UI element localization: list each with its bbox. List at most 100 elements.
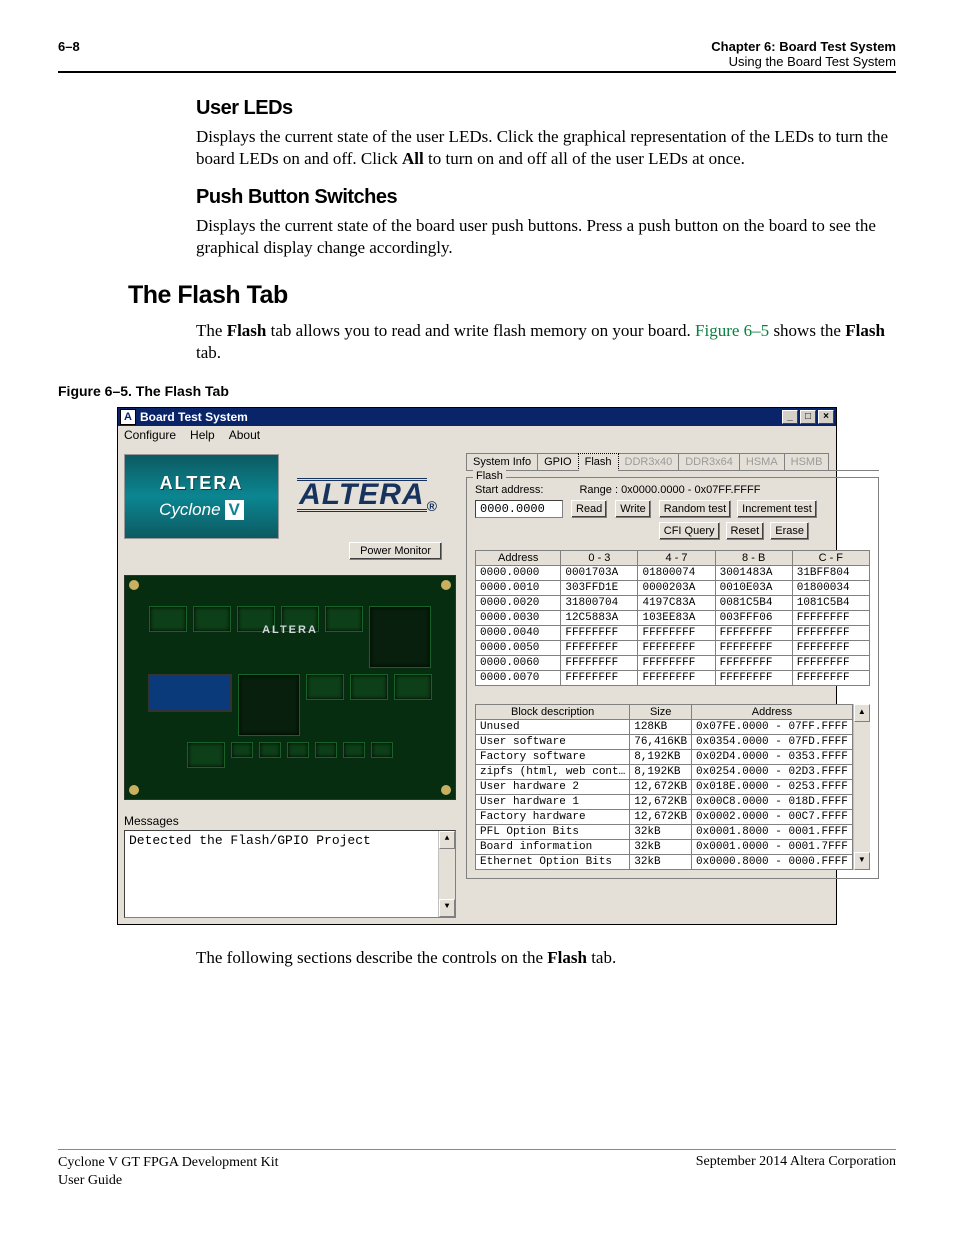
scroll-down-icon[interactable]: ▼ bbox=[854, 852, 870, 870]
mem-cell: 0000.0040 bbox=[476, 625, 561, 640]
mem-cell: 4197C83A bbox=[638, 595, 715, 610]
block-h-size: Size bbox=[630, 704, 692, 719]
board-image: ALTERA bbox=[124, 575, 456, 800]
tab-gpio[interactable]: GPIO bbox=[537, 453, 579, 470]
block-cell: zipfs (html, web cont… bbox=[476, 764, 630, 779]
mem-cell: 0000.0070 bbox=[476, 670, 561, 685]
table-row: 0000.0010303FFD1E0000203A0010E03A0180003… bbox=[476, 580, 870, 595]
table-row: User hardware 212,672KB0x018E.0000 - 025… bbox=[476, 779, 853, 794]
mem-cell: 0000.0010 bbox=[476, 580, 561, 595]
chapter-title: Chapter 6: Board Test System bbox=[711, 39, 896, 54]
memory-table: Address 0 - 3 4 - 7 8 - B C - F 0000.000… bbox=[475, 550, 870, 686]
figure-link[interactable]: Figure 6–5 bbox=[695, 321, 769, 340]
mem-cell: 01800034 bbox=[792, 580, 869, 595]
block-cell: 0x00C8.0000 - 018D.FFFF bbox=[692, 794, 853, 809]
power-monitor-button[interactable]: Power Monitor bbox=[349, 542, 442, 560]
block-cell: 0x07FE.0000 - 07FF.FFFF bbox=[692, 719, 853, 734]
block-cell: 32kB bbox=[630, 854, 692, 869]
mem-cell: 01800074 bbox=[638, 565, 715, 580]
minimize-button[interactable]: _ bbox=[782, 410, 798, 424]
tab-ddr3x64: DDR3x64 bbox=[678, 453, 740, 470]
para-flash-intro: The Flash tab allows you to read and wri… bbox=[196, 320, 892, 364]
close-button[interactable]: × bbox=[818, 410, 834, 424]
random-test-button[interactable]: Random test bbox=[659, 500, 731, 518]
mem-cell: 303FFD1E bbox=[561, 580, 638, 595]
page-number: 6–8 bbox=[58, 39, 80, 69]
badge-altera: ALTERA bbox=[160, 473, 244, 494]
mem-cell: 103EE83A bbox=[638, 610, 715, 625]
tab-hsmb: HSMB bbox=[784, 453, 830, 470]
groupbox-title: Flash bbox=[473, 470, 506, 482]
mem-h-4-7: 4 - 7 bbox=[638, 550, 715, 565]
mem-cell: 31800704 bbox=[561, 595, 638, 610]
mem-cell: FFFFFFFF bbox=[715, 655, 792, 670]
mem-h-address: Address bbox=[476, 550, 561, 565]
cfi-query-button[interactable]: CFI Query bbox=[659, 522, 720, 540]
chapter-subtitle: Using the Board Test System bbox=[711, 54, 896, 69]
flash-groupbox: Flash Start address: Range : 0x0000.0000… bbox=[466, 477, 879, 879]
erase-button[interactable]: Erase bbox=[770, 522, 809, 540]
menu-about[interactable]: About bbox=[229, 428, 260, 442]
block-h-desc: Block description bbox=[476, 704, 630, 719]
block-h-addr: Address bbox=[692, 704, 853, 719]
scroll-down-icon[interactable]: ▼ bbox=[439, 899, 455, 917]
scroll-up-icon[interactable]: ▲ bbox=[854, 704, 870, 722]
increment-test-button[interactable]: Increment test bbox=[737, 500, 817, 518]
heading-flash-tab: The Flash Tab bbox=[128, 281, 896, 310]
mem-cell: FFFFFFFF bbox=[561, 655, 638, 670]
menu-help[interactable]: Help bbox=[190, 428, 215, 442]
block-cell: 0x018E.0000 - 0253.FFFF bbox=[692, 779, 853, 794]
mem-cell: 0000203A bbox=[638, 580, 715, 595]
mem-h-c-f: C - F bbox=[792, 550, 869, 565]
tab-hsma: HSMA bbox=[739, 453, 785, 470]
mem-cell: FFFFFFFF bbox=[715, 640, 792, 655]
block-cell: 0x0254.0000 - 02D3.FFFF bbox=[692, 764, 853, 779]
block-cell: 0x02D4.0000 - 0353.FFFF bbox=[692, 749, 853, 764]
mem-cell: 0000.0020 bbox=[476, 595, 561, 610]
maximize-button[interactable]: □ bbox=[800, 410, 816, 424]
block-cell: 12,672KB bbox=[630, 794, 692, 809]
block-cell: User hardware 1 bbox=[476, 794, 630, 809]
table-row: Unused128KB0x07FE.0000 - 07FF.FFFF bbox=[476, 719, 853, 734]
messages-box: Detected the Flash/GPIO Project ▲ ▼ bbox=[124, 830, 456, 918]
block-cell: 12,672KB bbox=[630, 809, 692, 824]
block-cell: 0x0000.8000 - 0000.FFFF bbox=[692, 854, 853, 869]
heading-push-button: Push Button Switches bbox=[196, 186, 892, 209]
mem-cell: FFFFFFFF bbox=[792, 610, 869, 625]
tab-system-info[interactable]: System Info bbox=[466, 453, 538, 470]
mem-cell: FFFFFFFF bbox=[792, 625, 869, 640]
menu-configure[interactable]: Configure bbox=[124, 428, 176, 442]
mem-cell: 1081C5B4 bbox=[792, 595, 869, 610]
read-button[interactable]: Read bbox=[571, 500, 607, 518]
mem-cell: 0081C5B4 bbox=[715, 595, 792, 610]
para-following: The following sections describe the cont… bbox=[196, 947, 892, 969]
block-cell: Board information bbox=[476, 839, 630, 854]
app-window: A Board Test System _ □ × Configure Help… bbox=[117, 407, 837, 925]
heading-user-leds: User LEDs bbox=[196, 97, 892, 120]
start-address-input[interactable]: 0000.0000 bbox=[475, 500, 563, 518]
page-footer: Cyclone V GT FPGA Development Kit User G… bbox=[58, 1149, 896, 1189]
write-button[interactable]: Write bbox=[615, 500, 650, 518]
block-cell: 0x0001.0000 - 0001.7FFF bbox=[692, 839, 853, 854]
block-cell: 32kB bbox=[630, 824, 692, 839]
block-cell: User hardware 2 bbox=[476, 779, 630, 794]
para-push-button: Displays the current state of the board … bbox=[196, 215, 892, 259]
start-address-label: Start address: bbox=[475, 484, 543, 496]
scroll-up-icon[interactable]: ▲ bbox=[439, 831, 455, 849]
messages-scrollbar[interactable]: ▲ ▼ bbox=[438, 831, 455, 917]
figure-caption: Figure 6–5. The Flash Tab bbox=[58, 383, 896, 399]
titlebar: A Board Test System _ □ × bbox=[118, 408, 836, 426]
messages-label: Messages bbox=[124, 814, 456, 828]
tab-flash[interactable]: Flash bbox=[578, 453, 619, 471]
table-row: User hardware 112,672KB0x00C8.0000 - 018… bbox=[476, 794, 853, 809]
table-row: User software76,416KB0x0354.0000 - 07FD.… bbox=[476, 734, 853, 749]
reset-button[interactable]: Reset bbox=[726, 522, 765, 540]
mem-cell: FFFFFFFF bbox=[561, 625, 638, 640]
mem-cell: FFFFFFFF bbox=[638, 655, 715, 670]
window-title: Board Test System bbox=[140, 410, 248, 424]
mem-h-8-b: 8 - B bbox=[715, 550, 792, 565]
block-cell: 76,416KB bbox=[630, 734, 692, 749]
block-cell: User software bbox=[476, 734, 630, 749]
block-scrollbar[interactable]: ▲ ▼ bbox=[853, 704, 870, 870]
table-row: 0000.0040FFFFFFFFFFFFFFFFFFFFFFFFFFFFFFF… bbox=[476, 625, 870, 640]
